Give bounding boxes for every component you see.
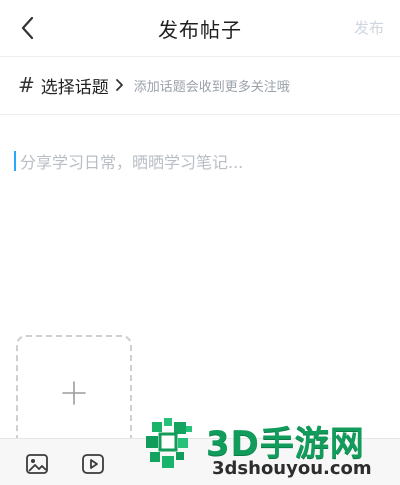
watermark: 3D手游网 3dshouyou.com [142,410,394,484]
choose-topic-label[interactable]: 选择话题 [41,73,109,98]
chevron-right-icon [115,78,124,92]
plus-icon [62,381,86,405]
topic-hint-text: 添加话题会收到更多关注哦 [133,79,290,95]
content-placeholder: 分享学习日常，晒晒学习笔记... [20,153,244,172]
image-icon [26,454,48,474]
post-content-input[interactable]: 分享学习日常，晒晒学习笔记... [14,146,386,176]
video-button[interactable] [80,451,106,477]
video-icon [82,454,104,474]
topic-selector-row[interactable]: # 选择话题 添加话题会收到更多关注哦 [0,56,400,115]
watermark-url: 3dshouyou.com [212,458,372,479]
text-caret [14,151,16,171]
add-media-button[interactable] [16,335,132,451]
hash-icon: # [18,73,35,97]
page-title: 发布帖子 [158,18,242,42]
header-bar: 发布帖子 发布 [0,0,400,57]
watermark-logo-icon [146,418,192,468]
image-button[interactable] [24,451,50,477]
publish-button[interactable]: 发布 [354,17,384,38]
